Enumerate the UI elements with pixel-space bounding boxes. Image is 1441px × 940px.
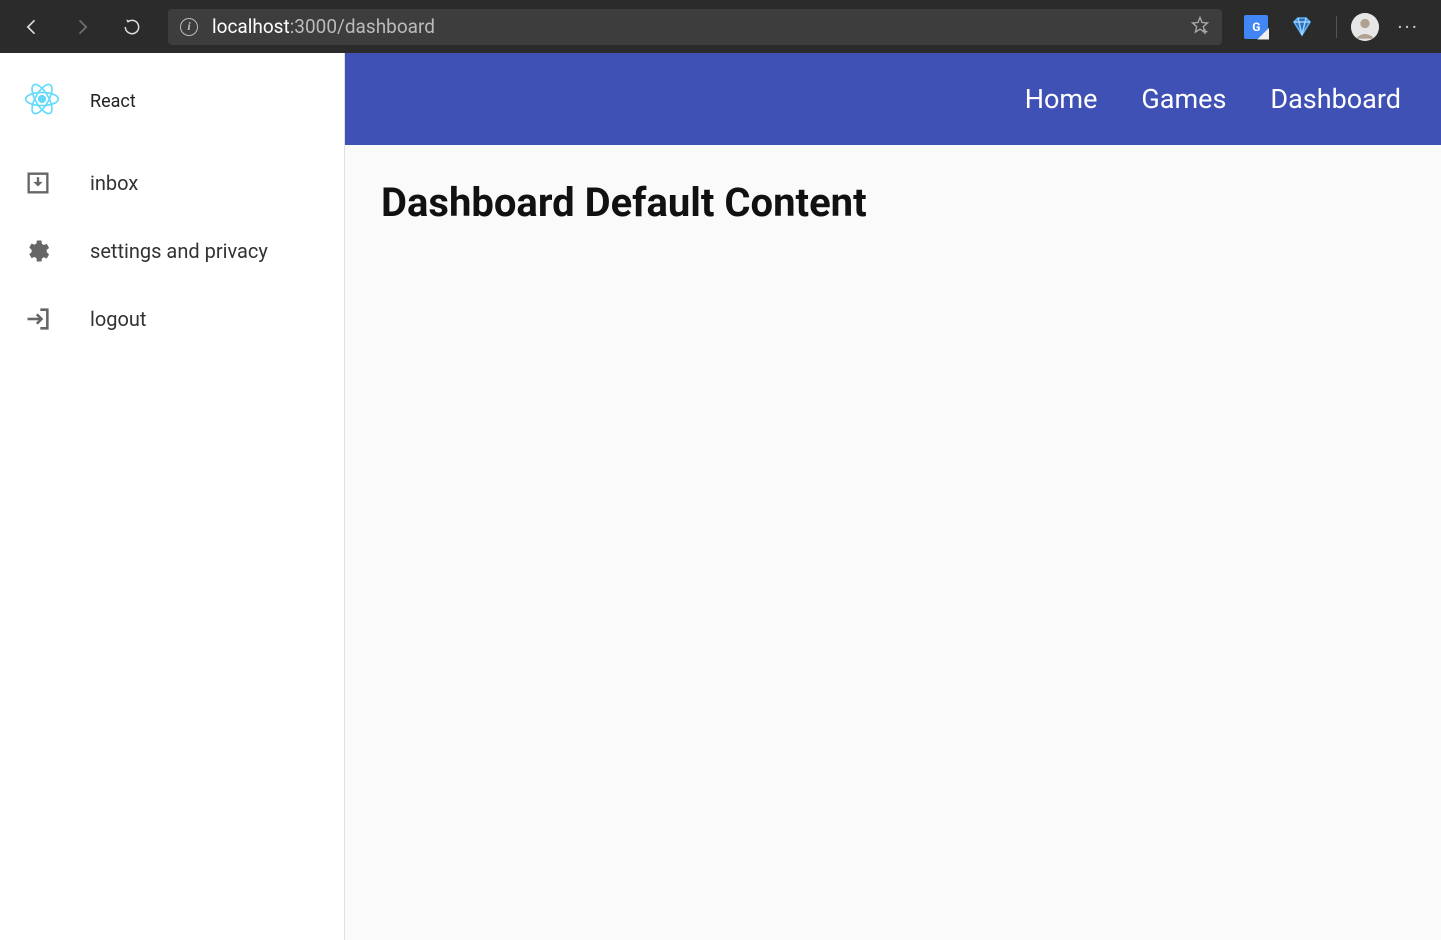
- translate-extension-icon[interactable]: G: [1242, 13, 1270, 41]
- url-host: localhost: [212, 15, 290, 38]
- top-nav: Home Games Dashboard: [345, 53, 1441, 145]
- profile-avatar[interactable]: [1351, 13, 1379, 41]
- nav-link-home[interactable]: Home: [1025, 83, 1098, 115]
- sidebar-item-label: settings and privacy: [90, 239, 268, 263]
- diamond-extension-icon[interactable]: [1288, 13, 1316, 41]
- content-area: Dashboard Default Content: [345, 145, 1441, 940]
- inbox-icon: [24, 169, 52, 197]
- site-info-icon[interactable]: i: [180, 18, 198, 36]
- app-shell: React inbox settings and privacy logout …: [0, 53, 1441, 940]
- browser-back-button[interactable]: [10, 5, 54, 49]
- sidebar-header: React: [0, 63, 344, 149]
- sidebar: React inbox settings and privacy logout: [0, 53, 345, 940]
- sidebar-item-label: logout: [90, 307, 146, 331]
- react-logo-icon: [24, 81, 60, 121]
- browser-address-bar[interactable]: i localhost:3000/dashboard: [168, 9, 1222, 45]
- sidebar-item-label: inbox: [90, 171, 138, 195]
- browser-refresh-button[interactable]: [110, 5, 154, 49]
- page-heading: Dashboard Default Content: [381, 179, 1405, 226]
- settings-icon: [24, 237, 52, 265]
- main-area: Home Games Dashboard Dashboard Default C…: [345, 53, 1441, 940]
- sidebar-item-inbox[interactable]: inbox: [0, 149, 344, 217]
- browser-url: localhost:3000/dashboard: [212, 15, 435, 38]
- sidebar-item-logout[interactable]: logout: [0, 285, 344, 353]
- browser-more-icon[interactable]: ···: [1385, 15, 1431, 39]
- toolbar-divider: [1336, 16, 1337, 38]
- nav-link-games[interactable]: Games: [1141, 83, 1226, 115]
- favorite-icon[interactable]: [1190, 15, 1210, 39]
- nav-link-dashboard[interactable]: Dashboard: [1270, 83, 1401, 115]
- browser-toolbar: i localhost:3000/dashboard G ···: [0, 0, 1441, 53]
- browser-forward-button[interactable]: [60, 5, 104, 49]
- sidebar-title: React: [90, 91, 136, 112]
- sidebar-item-settings[interactable]: settings and privacy: [0, 217, 344, 285]
- logout-icon: [24, 305, 52, 333]
- url-path: :3000/dashboard: [290, 15, 435, 38]
